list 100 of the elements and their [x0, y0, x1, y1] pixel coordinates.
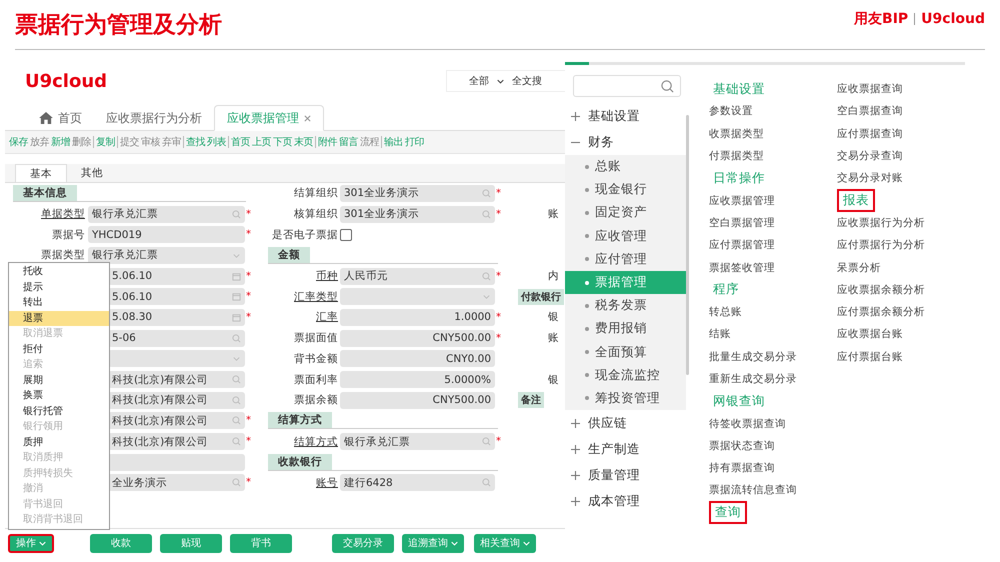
search-icon[interactable] — [232, 375, 241, 384]
menu-link[interactable]: 空白票据管理 — [709, 216, 775, 230]
input-field[interactable]: 5-06 — [108, 330, 245, 347]
nav-subitem[interactable]: 固定资产 — [565, 201, 686, 225]
menu-item[interactable]: 转出 — [9, 295, 109, 310]
input-field[interactable]: 科技(北京)有限公司 — [108, 371, 245, 388]
search-icon[interactable] — [232, 396, 241, 405]
input-field[interactable]: CNY500.00 — [340, 330, 495, 347]
menu-link[interactable]: 转总账 — [709, 305, 742, 320]
search-icon[interactable] — [232, 437, 241, 446]
nav-subitem[interactable]: 应收管理 — [565, 224, 686, 248]
menu-link[interactable]: 票据签收管理 — [709, 260, 775, 275]
menu-link[interactable]: 持有票据查询 — [709, 461, 775, 476]
calendar-icon[interactable] — [232, 312, 241, 322]
menu-link[interactable]: 应付票据台账 — [837, 350, 903, 364]
input-field[interactable]: 人民币元 — [340, 268, 495, 285]
menu-item[interactable]: 托收 — [9, 264, 109, 280]
input-field[interactable]: 301全业务演示 — [340, 206, 495, 223]
input-field[interactable] — [108, 350, 245, 368]
calendar-icon[interactable] — [232, 292, 241, 302]
nav-item[interactable]: 质量管理 — [565, 462, 689, 488]
close-icon[interactable] — [304, 114, 311, 122]
scrollbar[interactable] — [686, 115, 689, 375]
search-icon[interactable] — [232, 334, 241, 343]
menu-item[interactable]: 质押 — [9, 434, 109, 450]
menu-link[interactable]: 付票据类型 — [709, 149, 764, 164]
menu-link[interactable]: 待签收票据查询 — [709, 416, 786, 431]
menu-link[interactable]: 应付票据管理 — [709, 238, 775, 252]
menu-link[interactable]: 应收票据台账 — [837, 327, 903, 342]
search-field[interactable] — [573, 75, 681, 97]
menu-link[interactable]: 应付票据查询 — [837, 126, 903, 141]
input-field[interactable]: 1.0000 — [340, 308, 495, 326]
input-field[interactable]: 银行承兑汇票 — [88, 206, 245, 223]
nav-subitem[interactable]: 全面预算 — [565, 340, 686, 364]
menu-link[interactable]: 结账 — [709, 327, 731, 342]
nav-item[interactable]: 生产制造 — [565, 436, 689, 462]
nav-subitem[interactable]: 应付管理 — [565, 248, 686, 271]
search-icon[interactable] — [482, 478, 491, 488]
nav-item[interactable]: 基础设置 — [565, 103, 689, 129]
input-field[interactable]: CNY500.00 — [340, 392, 495, 409]
search-icon[interactable] — [482, 272, 491, 281]
menu-item[interactable]: 展期 — [9, 372, 109, 388]
nav-subitem[interactable]: 现金银行 — [565, 178, 686, 202]
search-icon[interactable] — [232, 478, 241, 488]
menu-item[interactable]: 拒付 — [9, 342, 109, 357]
menu-link[interactable]: 应收票据行为分析 — [837, 216, 925, 230]
menu-link[interactable]: 交易分录查询 — [837, 149, 903, 164]
input-field[interactable]: 5.06.10 — [108, 268, 245, 285]
search-icon[interactable] — [232, 210, 241, 219]
search-icon[interactable] — [482, 437, 491, 446]
nav-item[interactable]: 成本管理 — [565, 488, 689, 514]
nav-item[interactable]: 供应链 — [565, 410, 689, 436]
search-field[interactable]: 全部 全文搜 — [446, 70, 565, 92]
nav-subitem[interactable]: 现金流监控 — [565, 364, 686, 387]
page-tab[interactable]: 首页 — [27, 106, 94, 130]
menu-link[interactable]: 应收票据查询 — [837, 82, 903, 96]
menu-item[interactable]: 银行托管 — [9, 404, 109, 419]
menu-link[interactable]: 收票据类型 — [709, 126, 764, 141]
nav-subitem[interactable]: 总账 — [565, 155, 686, 178]
nav-subitem[interactable]: 筹投资管理 — [565, 386, 686, 410]
menu-link[interactable]: 应付票据余额分析 — [837, 305, 925, 320]
menu-link[interactable]: 参数设置 — [709, 104, 753, 118]
menu-item[interactable]: 换票 — [9, 388, 109, 404]
menu-link[interactable]: 应收票据管理 — [709, 194, 775, 208]
input-field[interactable]: 5.0000% — [340, 371, 495, 388]
input-field[interactable]: 科技(北京)有限公司 — [108, 392, 245, 409]
input-field[interactable]: 银行承兑汇票 — [340, 433, 495, 450]
menu-item[interactable]: 提示 — [9, 280, 109, 295]
input-field[interactable]: 5.06.10 — [108, 288, 245, 306]
search-icon[interactable] — [232, 416, 241, 426]
calendar-icon[interactable] — [232, 272, 241, 281]
input-field[interactable] — [340, 288, 495, 306]
input-field[interactable]: 5.08.30 — [108, 308, 245, 326]
menu-link[interactable]: 应收票据余额分析 — [837, 282, 925, 297]
form-tab[interactable]: 其他 — [67, 164, 117, 182]
menu-link[interactable]: 空白票据查询 — [837, 104, 903, 118]
input-field[interactable]: 银行承兑汇票 — [88, 246, 245, 264]
input-field[interactable]: 科技(北京)有限公司 — [108, 433, 245, 450]
input-field[interactable]: 301全业务演示 — [340, 184, 495, 202]
page-tab[interactable]: 应收票据行为分析 — [94, 106, 214, 130]
input-field[interactable]: CNY0.00 — [340, 350, 495, 368]
input-field[interactable]: 建行6428 — [340, 474, 495, 492]
form-tab[interactable]: 基本 — [15, 164, 67, 182]
nav-subitem[interactable]: 税务发票 — [565, 294, 686, 318]
menu-link[interactable]: 批量生成交易分录 — [709, 350, 797, 364]
input-field[interactable]: 科技(北京)有限公司 — [108, 412, 245, 430]
checkbox[interactable] — [340, 228, 352, 241]
menu-link[interactable]: 呆票分析 — [837, 260, 881, 275]
menu-link[interactable]: 票据状态查询 — [709, 438, 775, 453]
menu-item[interactable]: 退票 — [9, 310, 109, 326]
input-field[interactable]: YHCD019 — [88, 226, 245, 244]
menu-link[interactable]: 应付票据行为分析 — [837, 238, 925, 252]
menu-link[interactable]: 重新生成交易分录 — [709, 372, 797, 386]
nav-item[interactable]: 财务 — [565, 129, 689, 155]
input-field[interactable]: 全业务演示 — [108, 474, 245, 492]
menu-link[interactable]: 票据流转信息查询 — [709, 483, 797, 498]
input-field[interactable] — [108, 454, 245, 471]
search-icon[interactable] — [482, 210, 491, 219]
search-icon[interactable] — [482, 188, 491, 198]
nav-subitem[interactable]: 费用报销 — [565, 317, 686, 340]
